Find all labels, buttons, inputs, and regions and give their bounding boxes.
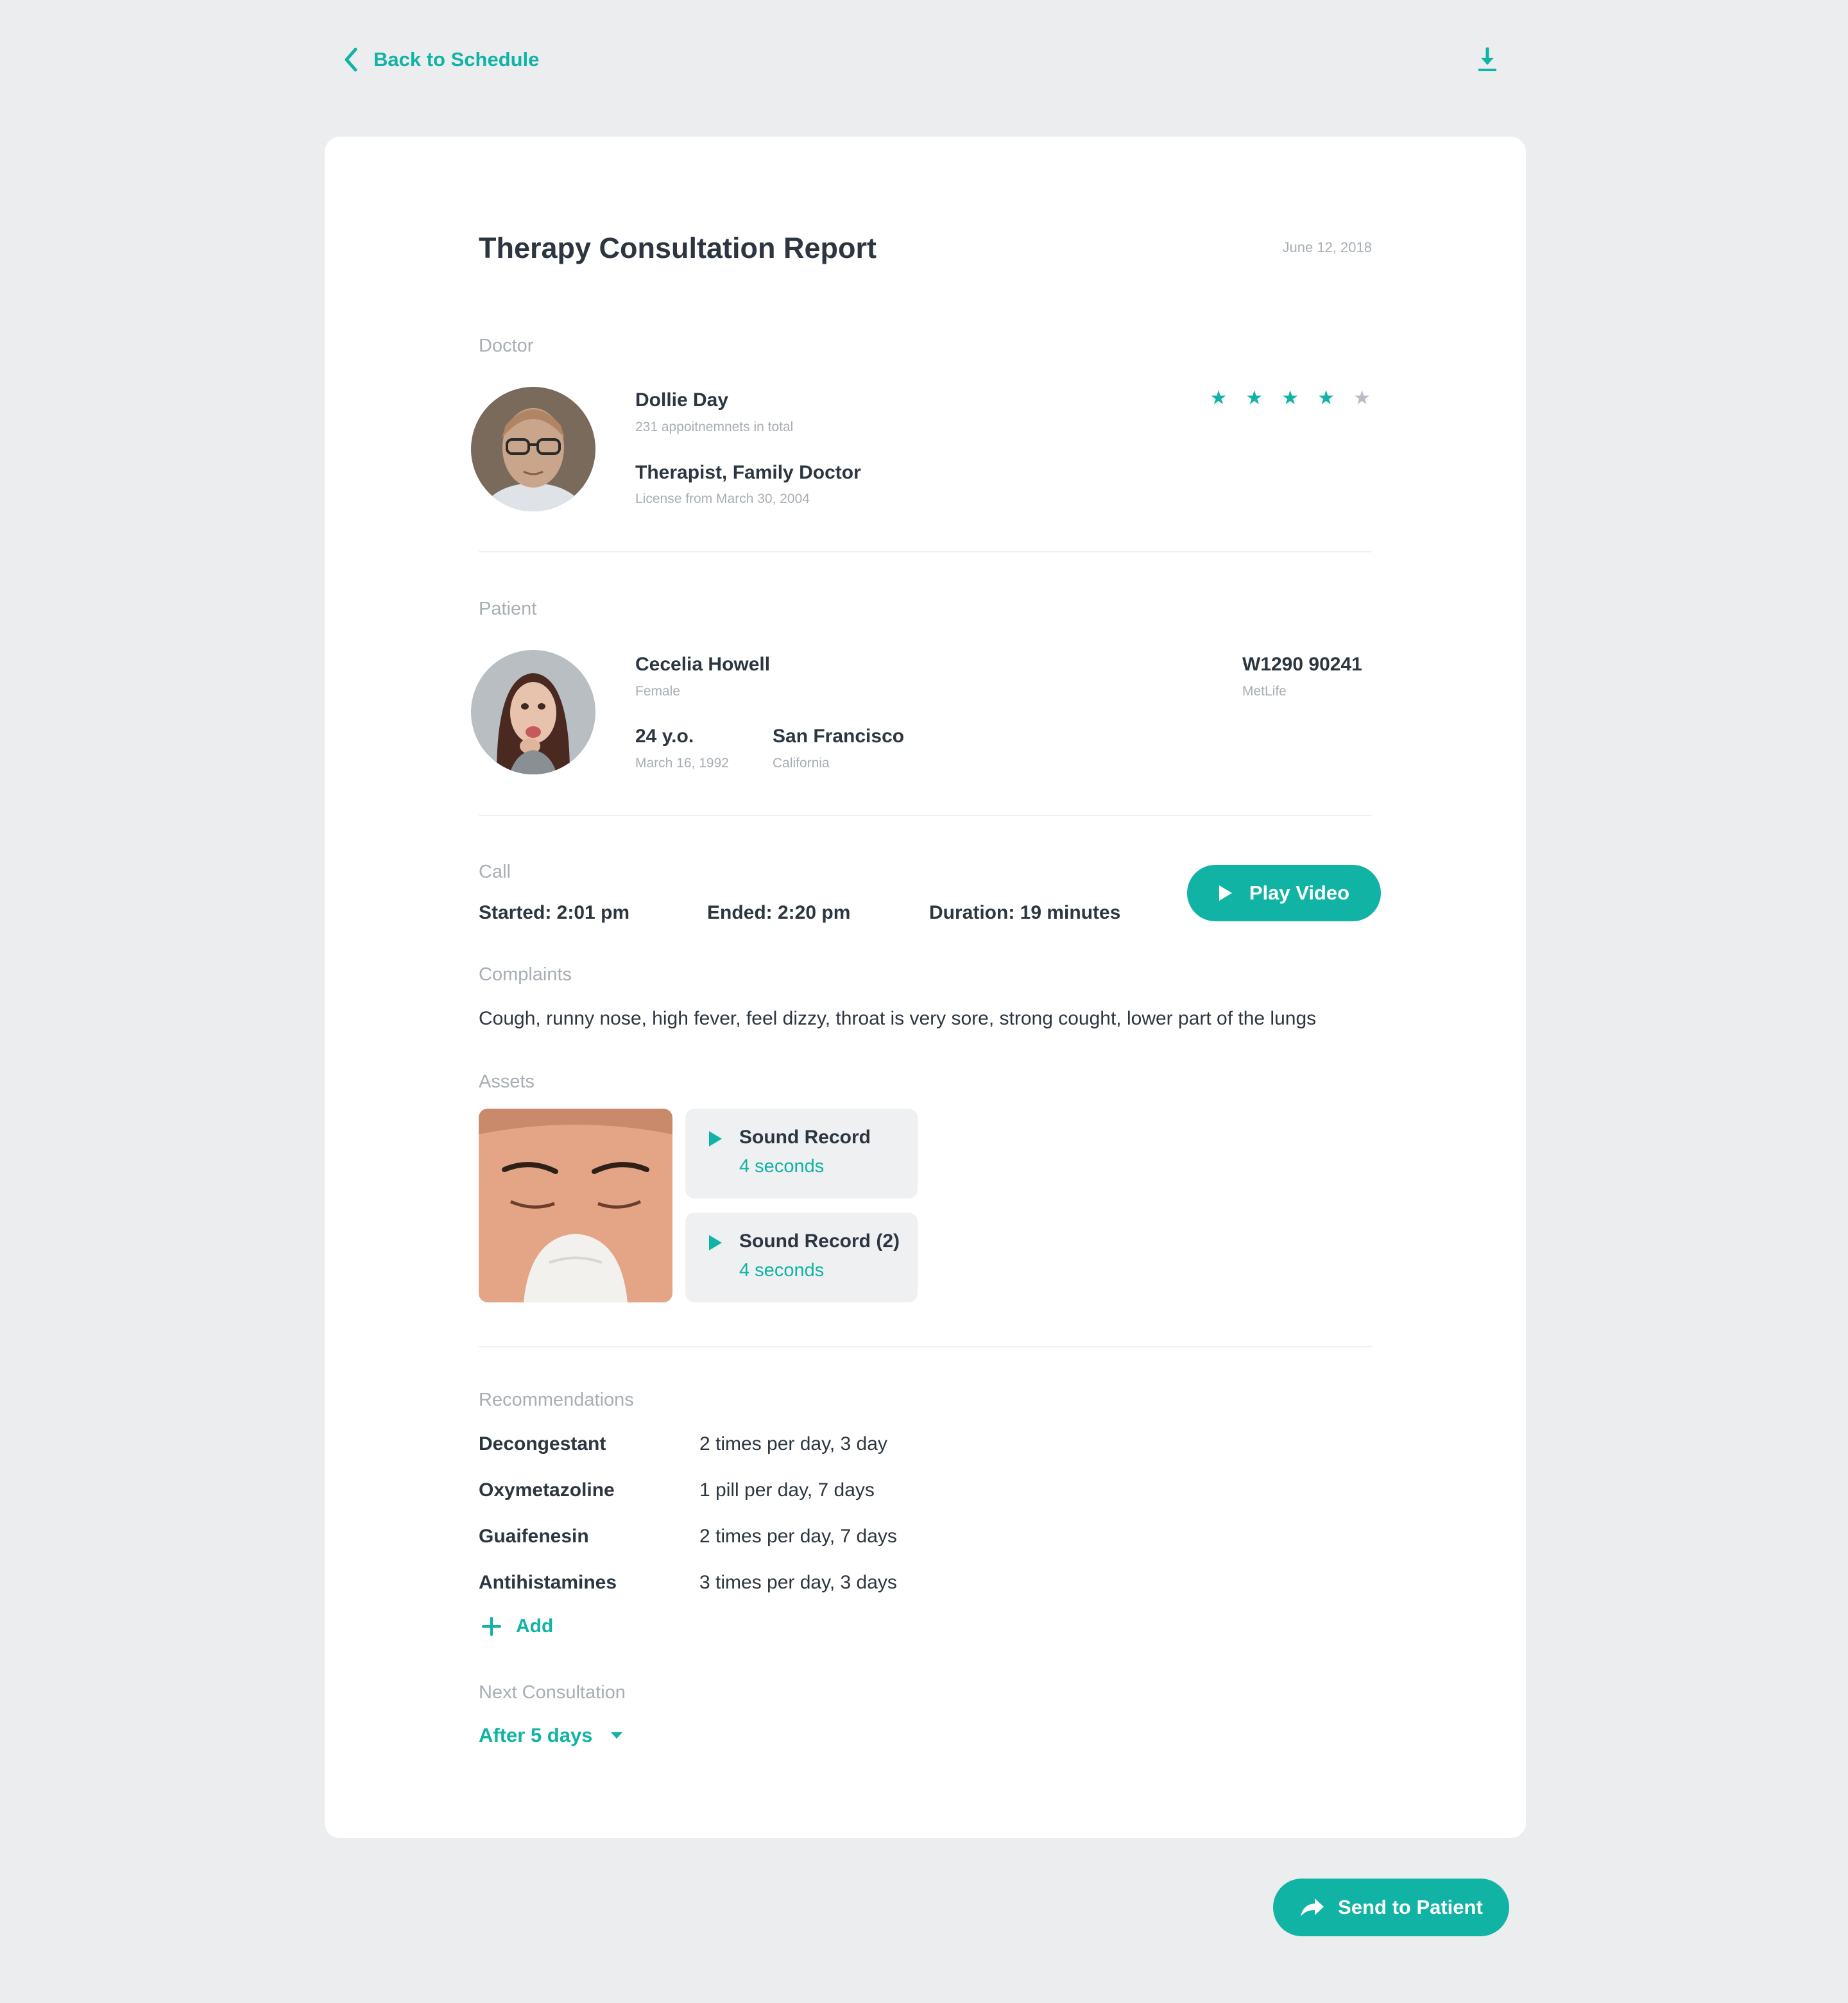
recommendation-name: Decongestant xyxy=(479,1433,606,1454)
star-icon: ★ xyxy=(1210,387,1228,409)
patient-name: Cecelia Howell xyxy=(635,654,771,675)
chevron-down-icon xyxy=(611,1732,623,1739)
send-to-patient-button[interactable]: Send to Patient xyxy=(1273,1879,1509,1936)
add-label: Add xyxy=(516,1615,554,1637)
section-divider xyxy=(479,815,1372,816)
doctor-license: License from March 30, 2004 xyxy=(635,491,810,506)
sound-record-title: Sound Record (2) xyxy=(739,1231,900,1252)
play-icon xyxy=(709,1131,722,1146)
next-consultation-label: Next Consultation xyxy=(479,1682,626,1703)
call-duration: Duration: 19 minutes xyxy=(929,902,1121,923)
sound-record-card[interactable]: Sound Record 4 seconds xyxy=(685,1109,918,1198)
complaints-text: Cough, runny nose, high fever, feel dizz… xyxy=(479,1008,1317,1029)
recommendation-name: Guaifenesin xyxy=(479,1526,589,1547)
top-bar: Back to Schedule xyxy=(325,44,1521,82)
recommendation-dose: 2 times per day, 3 day xyxy=(699,1433,887,1454)
send-to-patient-label: Send to Patient xyxy=(1338,1896,1483,1918)
next-consultation-value: After 5 days xyxy=(479,1724,593,1746)
doctor-name: Dollie Day xyxy=(635,389,729,411)
assets-section-label: Assets xyxy=(479,1071,535,1092)
star-icon: ★ xyxy=(1245,387,1263,409)
chevron-left-icon xyxy=(345,47,357,72)
asset-photo[interactable] xyxy=(479,1109,672,1302)
next-consultation-select[interactable]: After 5 days xyxy=(479,1724,623,1747)
report-title: Therapy Consultation Report xyxy=(479,232,877,264)
sound-record-duration: 4 seconds xyxy=(739,1260,825,1281)
patient-state: California xyxy=(773,756,830,771)
star-icon: ★ xyxy=(1353,387,1371,409)
download-button[interactable] xyxy=(1477,47,1498,76)
recommendation-dose: 2 times per day, 7 days xyxy=(699,1526,897,1547)
section-divider xyxy=(479,1346,1372,1347)
sound-record-duration: 4 seconds xyxy=(739,1156,825,1177)
doctor-specialty: Therapist, Family Doctor xyxy=(635,462,861,483)
sound-record-card[interactable]: Sound Record (2) 4 seconds xyxy=(685,1213,918,1302)
patient-avatar xyxy=(471,650,595,774)
recommendation-dose: 1 pill per day, 7 days xyxy=(699,1479,875,1501)
call-section-label: Call xyxy=(479,862,511,882)
star-icon: ★ xyxy=(1317,387,1335,409)
plus-icon xyxy=(482,1617,501,1636)
report-card: Therapy Consultation Report June 12, 201… xyxy=(325,137,1526,1838)
section-divider xyxy=(479,551,1372,552)
complaints-section-label: Complaints xyxy=(479,964,572,985)
add-recommendation-button[interactable]: Add xyxy=(481,1615,553,1637)
patient-insurer: MetLife xyxy=(1242,684,1287,699)
patient-birthdate: March 16, 1992 xyxy=(635,756,729,771)
doctor-rating: ★ ★ ★ ★ ★ xyxy=(1210,389,1371,408)
doctor-section-label: Doctor xyxy=(479,336,534,356)
doctor-avatar xyxy=(471,387,595,511)
star-icon: ★ xyxy=(1281,387,1299,409)
play-video-label: Play Video xyxy=(1249,882,1350,904)
download-icon xyxy=(1478,47,1496,71)
recommendations-section-label: Recommendations xyxy=(479,1390,634,1410)
report-date: June 12, 2018 xyxy=(1282,239,1372,255)
share-arrow-icon xyxy=(1301,1898,1324,1916)
play-icon xyxy=(709,1235,722,1250)
recommendation-name: Antihistamines xyxy=(479,1572,617,1593)
recommendation-dose: 3 times per day, 3 days xyxy=(699,1572,897,1593)
patient-gender: Female xyxy=(635,684,681,699)
call-started: Started: 2:01 pm xyxy=(479,902,630,923)
sound-record-title: Sound Record xyxy=(739,1127,871,1148)
patient-age: 24 y.o. xyxy=(635,726,694,747)
play-icon xyxy=(1219,885,1232,901)
play-video-button[interactable]: Play Video xyxy=(1187,865,1381,921)
back-label: Back to Schedule xyxy=(373,48,540,71)
doctor-appointments: 231 appoitnemnets in total xyxy=(635,420,794,434)
back-to-schedule-link[interactable]: Back to Schedule xyxy=(344,47,539,72)
patient-city: San Francisco xyxy=(773,726,905,747)
call-ended: Ended: 2:20 pm xyxy=(707,902,851,923)
patient-section-label: Patient xyxy=(479,599,537,619)
recommendation-name: Oxymetazoline xyxy=(479,1479,615,1501)
patient-insurance-id: W1290 90241 xyxy=(1242,654,1362,675)
